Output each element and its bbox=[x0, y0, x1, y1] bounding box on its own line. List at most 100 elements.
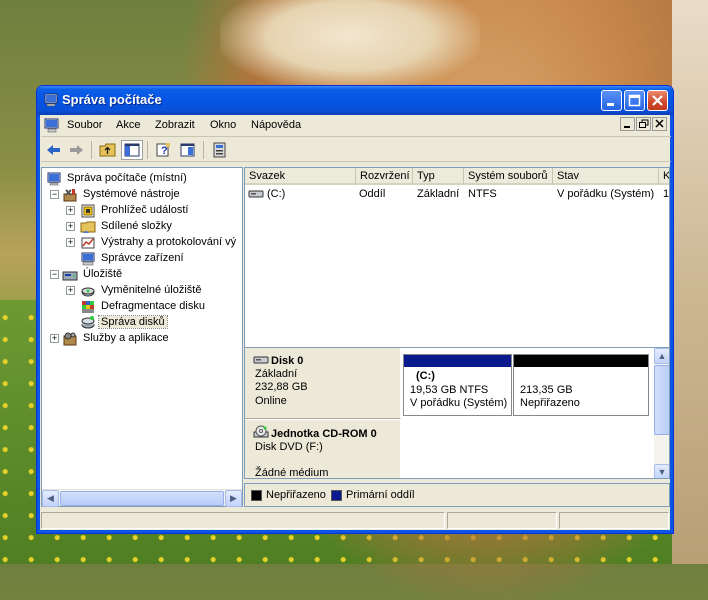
column-header-layout[interactable]: Rozvržení bbox=[356, 168, 413, 185]
tree-item-label: Služby a aplikace bbox=[83, 332, 169, 344]
column-header-volume[interactable]: Svazek bbox=[245, 168, 356, 185]
up-folder-button[interactable] bbox=[97, 140, 119, 160]
title-bar[interactable]: Správa počítače bbox=[37, 86, 673, 115]
tree-item-label: Správce zařízení bbox=[101, 252, 184, 264]
mdi-close-button[interactable] bbox=[652, 117, 667, 131]
mmc-document-icon[interactable] bbox=[43, 117, 61, 134]
wallpaper-mane bbox=[220, 0, 480, 90]
help-button[interactable]: ? bbox=[153, 140, 175, 160]
scroll-thumb[interactable] bbox=[654, 365, 669, 435]
scroll-up-button[interactable]: ▲ bbox=[654, 348, 669, 364]
expand-toggle[interactable]: + bbox=[66, 286, 75, 295]
scroll-thumb[interactable] bbox=[60, 491, 224, 506]
chevron-down-icon: ▼ bbox=[657, 467, 667, 477]
tree-item-label: Správa disků bbox=[98, 315, 168, 329]
tree-horizontal-scrollbar[interactable]: ◀ ▶ bbox=[42, 489, 242, 507]
chevron-left-icon: ◀ bbox=[47, 493, 54, 503]
alerts-icon bbox=[81, 237, 95, 249]
removable-storage-icon bbox=[81, 287, 95, 297]
scroll-down-button[interactable]: ▼ bbox=[654, 464, 669, 478]
properties-icon bbox=[180, 143, 195, 157]
tree-item-label: Systémové nástroje bbox=[83, 188, 180, 200]
expand-toggle[interactable]: + bbox=[66, 238, 75, 247]
toolbar-separator bbox=[203, 141, 204, 159]
column-header-type[interactable]: Typ bbox=[413, 168, 464, 185]
expand-toggle[interactable]: + bbox=[66, 222, 75, 231]
shared-folder-icon bbox=[80, 221, 96, 233]
tree-item-label: Vyměnitelné úložiště bbox=[101, 284, 202, 296]
cdrom-0-label[interactable]: Jednotka CD-ROM 0 Disk DVD (F:) Žádné mé… bbox=[245, 420, 401, 478]
partition-c[interactable]: (C:) 19,53 GB NTFS V pořádku (Systém) bbox=[403, 354, 512, 416]
mdi-restore-button[interactable] bbox=[636, 117, 651, 131]
mdi-minimize-button[interactable] bbox=[620, 117, 635, 131]
tree-item-label: Výstrahy a protokolování vý bbox=[101, 236, 237, 248]
menu-napoveda[interactable]: Nápověda bbox=[251, 119, 301, 131]
defrag-icon bbox=[82, 301, 94, 313]
partition-unallocated[interactable]: 213,35 GB Nepřiřazeno bbox=[513, 354, 649, 416]
scroll-right-button[interactable]: ▶ bbox=[225, 490, 242, 507]
scroll-left-button[interactable]: ◀ bbox=[42, 490, 59, 507]
expand-toggle[interactable]: + bbox=[66, 206, 75, 215]
collapse-toggle[interactable]: − bbox=[50, 270, 59, 279]
disk-vertical-scrollbar[interactable]: ▲ ▼ bbox=[654, 348, 669, 478]
status-panel-middle bbox=[447, 512, 557, 529]
disk-0-name: Disk 0 bbox=[271, 355, 304, 367]
back-arrow-icon bbox=[47, 145, 60, 155]
legend-swatch-unallocated bbox=[251, 490, 262, 501]
computer-icon bbox=[44, 93, 58, 107]
tree-item-label: Prohlížeč událostí bbox=[101, 204, 189, 216]
close-icon bbox=[652, 95, 663, 106]
menu-soubor[interactable]: Soubor bbox=[67, 119, 102, 131]
collapse-toggle[interactable]: − bbox=[50, 190, 59, 199]
menu-bar: Soubor Akce Zobrazit Okno Nápověda bbox=[41, 115, 671, 137]
back-button[interactable] bbox=[43, 140, 65, 160]
disk-management-icon bbox=[81, 316, 95, 329]
cd-rom-icon bbox=[253, 425, 269, 438]
mdi-child-controls bbox=[619, 117, 667, 134]
cell-status: V pořádku (Systém) bbox=[557, 188, 655, 200]
computer-management-icon bbox=[213, 142, 226, 158]
disk-0-state: Online bbox=[255, 395, 287, 407]
menu-akce[interactable]: Akce bbox=[116, 119, 140, 131]
wallpaper-edge bbox=[672, 0, 708, 564]
drive-icon bbox=[248, 190, 264, 198]
minimize-button[interactable] bbox=[601, 90, 622, 111]
cell-filesystem: NTFS bbox=[468, 188, 497, 200]
cell-volume: (C:) bbox=[267, 188, 286, 200]
partition-c-status: V pořádku (Systém) bbox=[410, 397, 508, 409]
disk-0-label[interactable]: Disk 0 Základní 232,88 GB Online bbox=[245, 348, 401, 419]
console-tree: Správa počítače (místní) − Systémové nás… bbox=[41, 167, 243, 507]
help-icon: ? bbox=[156, 143, 170, 157]
computer-management-window: Správa počítače Soubor Akce Zobrazit Okn… bbox=[36, 85, 674, 534]
forward-button[interactable] bbox=[65, 140, 87, 160]
tools-icon bbox=[63, 189, 77, 202]
unallocated-status: Nepřiřazeno bbox=[520, 397, 580, 409]
show-hide-tree-button[interactable] bbox=[121, 140, 143, 160]
status-panel-right bbox=[559, 512, 669, 529]
partition-color-bar bbox=[404, 355, 511, 367]
status-bar bbox=[41, 511, 671, 530]
column-header-status[interactable]: Stav bbox=[553, 168, 659, 185]
event-viewer-icon bbox=[81, 204, 95, 218]
disk-0-size: 232,88 GB bbox=[255, 381, 308, 393]
hard-disk-icon bbox=[253, 356, 269, 364]
column-header-filesystem[interactable]: Systém souborů bbox=[464, 168, 553, 185]
close-button[interactable] bbox=[647, 90, 668, 111]
menu-okno[interactable]: Okno bbox=[210, 119, 236, 131]
partition-c-name: (C:) bbox=[416, 370, 435, 382]
cdrom-name: Jednotka CD-ROM 0 bbox=[271, 428, 377, 440]
cell-layout: Oddíl bbox=[359, 188, 386, 200]
menu-zobrazit[interactable]: Zobrazit bbox=[155, 119, 195, 131]
maximize-icon bbox=[628, 94, 641, 107]
partition-c-size: 19,53 GB NTFS bbox=[410, 384, 489, 396]
toolbar-separator bbox=[91, 141, 92, 159]
expand-toggle[interactable]: + bbox=[50, 334, 59, 343]
legend-unallocated: Nepřiřazeno bbox=[266, 489, 326, 501]
computer-management-button[interactable] bbox=[209, 140, 231, 160]
chevron-up-icon: ▲ bbox=[657, 351, 667, 361]
maximize-button[interactable] bbox=[624, 90, 645, 111]
column-header-capacity[interactable]: K bbox=[659, 168, 669, 185]
forward-arrow-icon bbox=[70, 145, 83, 155]
tree-item-label: Defragmentace disku bbox=[101, 300, 205, 312]
properties-button[interactable] bbox=[177, 140, 199, 160]
